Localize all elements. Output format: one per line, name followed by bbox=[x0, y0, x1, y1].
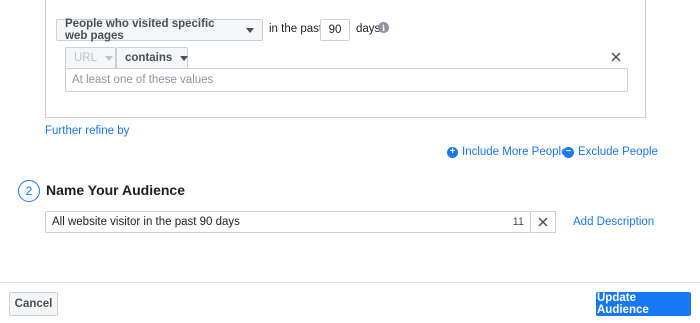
include-more-label: Include More People bbox=[462, 146, 568, 158]
url-field-dropdown: URL bbox=[65, 47, 116, 69]
minus-circle-icon: − bbox=[563, 146, 574, 158]
clear-name-button[interactable] bbox=[531, 211, 556, 233]
further-refine-link[interactable]: Further refine by bbox=[45, 125, 129, 137]
plus-circle-icon: + bbox=[447, 146, 458, 158]
close-icon bbox=[538, 217, 548, 227]
update-audience-button[interactable]: Update Audience bbox=[596, 292, 691, 316]
caret-down-icon bbox=[180, 55, 189, 61]
include-more-people-link[interactable]: + Include More People bbox=[447, 146, 567, 158]
caret-down-icon bbox=[246, 27, 254, 33]
url-values-input[interactable]: At least one of these values bbox=[65, 68, 628, 92]
days-label: days bbox=[356, 23, 381, 35]
operator-label: contains bbox=[125, 52, 173, 64]
in-the-past-label: in the past bbox=[269, 23, 323, 35]
audience-type-dropdown[interactable]: People who visited specific web pages bbox=[56, 18, 263, 42]
exclude-people-link[interactable]: − Exclude People bbox=[563, 146, 658, 158]
section-title: Name Your Audience bbox=[46, 182, 186, 198]
char-count: 11 bbox=[512, 216, 524, 228]
info-icon[interactable]: i bbox=[378, 22, 389, 33]
cancel-button[interactable]: Cancel bbox=[9, 292, 58, 316]
caret-down-icon bbox=[105, 55, 114, 61]
step-number-badge: 2 bbox=[18, 180, 40, 202]
audience-type-label: People who visited specific web pages bbox=[65, 18, 215, 42]
days-input[interactable]: 90 bbox=[320, 19, 350, 41]
url-field-label: URL bbox=[74, 52, 98, 64]
exclude-label: Exclude People bbox=[578, 146, 658, 158]
audience-name-value: All website visitor in the past 90 days bbox=[52, 216, 240, 228]
operator-dropdown[interactable]: contains bbox=[116, 47, 189, 69]
days-value: 90 bbox=[328, 24, 342, 36]
url-values-placeholder: At least one of these values bbox=[72, 74, 214, 86]
audience-rule-panel: People who visited specific web pages in… bbox=[45, 0, 646, 118]
add-description-link[interactable]: Add Description bbox=[573, 216, 654, 228]
footer-divider bbox=[0, 282, 700, 283]
audience-name-input[interactable]: All website visitor in the past 90 days … bbox=[45, 211, 531, 233]
close-icon[interactable] bbox=[609, 50, 623, 64]
